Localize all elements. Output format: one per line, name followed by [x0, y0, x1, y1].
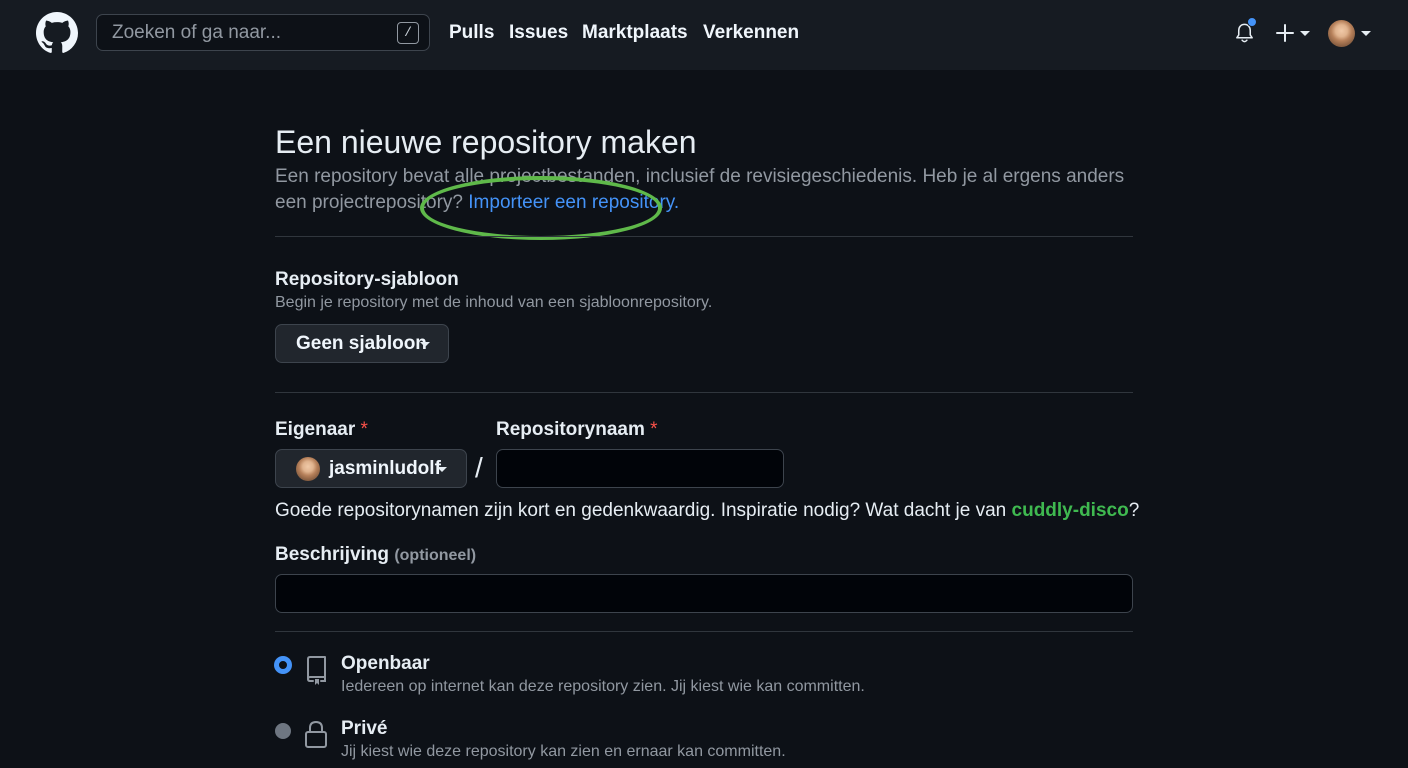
repo-name-label-text: Repositorynaam	[496, 419, 645, 440]
search-input[interactable]	[97, 15, 429, 50]
chevron-down-icon	[1361, 31, 1371, 36]
visibility-private-radio[interactable]	[275, 723, 291, 739]
repo-icon	[307, 656, 326, 685]
highlight-circle-annotation	[420, 176, 662, 240]
repo-name-label: Repositorynaam *	[496, 418, 658, 442]
template-select-button[interactable]: Geen sjabloon	[275, 324, 449, 363]
page-title: Een nieuwe repository maken	[275, 124, 697, 160]
visibility-public-desc: Iedereen op internet kan deze repository…	[341, 678, 865, 695]
page-intro: Een repository bevat alle projectbestand…	[275, 164, 1135, 216]
visibility-private-desc: Jij kiest wie deze repository kan zien e…	[341, 743, 786, 760]
owner-avatar	[296, 457, 320, 481]
chevron-down-icon	[437, 467, 447, 472]
required-mark: *	[650, 419, 658, 440]
owner-select-button[interactable]: jasminludolf	[275, 449, 467, 488]
divider	[275, 631, 1133, 632]
chevron-down-icon	[1300, 31, 1310, 36]
intro-text: Een repository bevat alle projectbestand…	[275, 166, 1125, 213]
notification-dot	[1247, 17, 1257, 27]
avatar	[1328, 20, 1355, 47]
description-input[interactable]	[275, 574, 1133, 613]
owner-select-label: jasminludolf	[329, 458, 441, 479]
description-label-text: Beschrijving	[275, 544, 390, 565]
optional-tag: (optioneel)	[394, 547, 477, 564]
nav-pulls[interactable]: Pulls	[449, 21, 494, 45]
nav-explore[interactable]: Verkennen	[703, 21, 799, 45]
name-helper-text: Goede repositorynamen zijn kort en geden…	[275, 499, 1139, 523]
nav-marketplace[interactable]: Marktplaats	[582, 21, 688, 45]
nav-issues[interactable]: Issues	[509, 21, 568, 45]
name-suggestion-link[interactable]: cuddly-disco	[1012, 500, 1129, 521]
divider	[275, 236, 1133, 237]
name-helper-suffix: ?	[1128, 500, 1140, 521]
visibility-private-title: Privé	[341, 718, 388, 739]
template-select-label: Geen sjabloon	[296, 333, 427, 354]
divider	[275, 392, 1133, 393]
owner-label: Eigenaar *	[275, 418, 368, 442]
search-box[interactable]: /	[96, 14, 430, 51]
visibility-public-title: Openbaar	[341, 653, 430, 674]
template-hint: Begin je repository met de inhoud van ee…	[275, 294, 713, 311]
search-shortcut-key: /	[397, 22, 419, 44]
lock-icon	[305, 720, 327, 748]
template-label: Repository-sjabloon	[275, 269, 459, 290]
chevron-down-icon	[420, 342, 430, 347]
github-logo-icon[interactable]	[36, 12, 78, 54]
visibility-public-radio[interactable]	[275, 657, 291, 673]
description-label: Beschrijving (optioneel)	[275, 543, 476, 568]
user-menu[interactable]	[1328, 20, 1372, 47]
owner-name-separator: /	[475, 452, 483, 483]
required-mark: *	[360, 419, 368, 440]
owner-label-text: Eigenaar	[275, 419, 356, 440]
global-header: / Pulls Issues Marktplaats Verkennen	[0, 0, 1408, 70]
name-helper-main: Goede repositorynamen zijn kort en geden…	[275, 500, 1012, 521]
create-new-menu[interactable]	[1276, 22, 1312, 44]
plus-icon	[1276, 24, 1294, 42]
repo-name-input[interactable]	[496, 449, 784, 488]
